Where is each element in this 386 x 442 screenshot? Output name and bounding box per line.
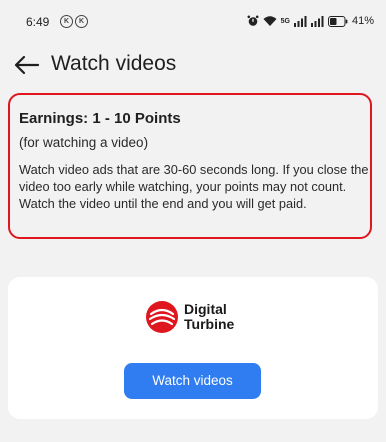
earnings-description: Watch video ads that are 30-60 seconds l… (19, 162, 369, 211)
back-button[interactable] (12, 52, 42, 78)
watch-videos-button[interactable]: Watch videos (124, 363, 261, 399)
app-header: Watch videos (0, 44, 386, 84)
battery-icon (327, 15, 348, 27)
digital-turbine-logo-icon (146, 301, 178, 333)
status-time: 6:49 (26, 15, 50, 29)
earnings-title: Earnings: 1 - 10 Points (19, 110, 181, 127)
wifi-icon (263, 16, 277, 26)
digital-turbine-logo: Digital Turbine (145, 300, 234, 334)
earnings-subtitle: (for watching a video) (19, 135, 149, 150)
arrow-left-icon (14, 55, 40, 75)
status-icons: 5G 41% (247, 13, 374, 29)
signal-icon (293, 15, 307, 27)
video-provider-card: Digital Turbine Watch videos (8, 277, 378, 419)
logo-line-1: Digital (184, 301, 227, 317)
status-bar: 6:49 K K 5G 41% (0, 0, 386, 40)
alarm-icon (247, 15, 259, 26)
battery-percent: 41% (351, 15, 374, 27)
earnings-info-card: Earnings: 1 - 10 Points (for watching a … (8, 93, 372, 239)
logo-text: Digital Turbine (184, 302, 234, 332)
notification-badge-icon: K (75, 15, 88, 28)
page-title: Watch videos (51, 52, 177, 75)
logo-line-2: Turbine (184, 316, 235, 332)
signal-icon (310, 15, 324, 27)
data-icon: 5G (280, 17, 290, 25)
notification-badge-icon: K (60, 15, 73, 28)
